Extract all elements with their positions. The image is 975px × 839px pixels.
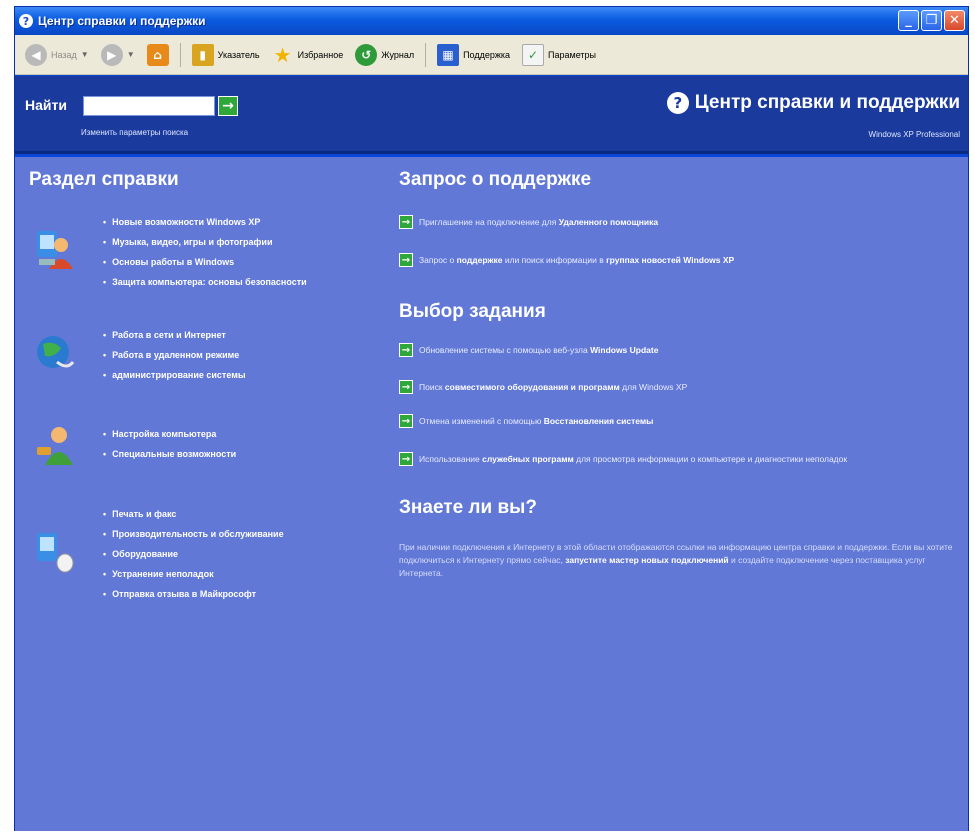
task-text: Отмена изменений с помощью Восстановлени… [419, 416, 654, 426]
help-links-list: Работа в сети и Интернет Работа в удален… [103, 328, 246, 388]
search-go-button[interactable]: → [218, 96, 238, 116]
close-button[interactable]: ✕ [944, 10, 965, 31]
green-arrow-icon: → [399, 414, 413, 428]
tasks-heading: Выбор задания [399, 301, 546, 322]
checklist-icon: ✓ [522, 43, 545, 66]
help-sections-heading: Раздел справки [29, 169, 179, 190]
help-link[interactable]: Специальные возможности [103, 447, 236, 467]
forward-arrow-icon: ▶ [100, 43, 123, 66]
help-window: ? Центр справки и поддержки _ ❐ ✕ ◀ Наза… [14, 6, 969, 831]
green-arrow-icon: → [399, 380, 413, 394]
green-arrow-icon: → [399, 253, 413, 267]
person-settings-icon [37, 427, 73, 465]
chevron-down-icon: ▼ [80, 50, 89, 59]
help-link[interactable]: Работа в сети и Интернет [103, 328, 246, 348]
back-button[interactable]: ◀ Назад ▼ [21, 42, 93, 68]
maximize-button[interactable]: ❐ [921, 10, 942, 31]
options-label: Параметры [548, 49, 597, 60]
help-link[interactable]: Устранение неполадок [103, 567, 284, 587]
brand-title-text: Центр справки и поддержки [694, 92, 960, 113]
forward-button[interactable]: ▶ ▼ [97, 42, 139, 68]
history-button[interactable]: ↺ Журнал [351, 42, 418, 68]
user-computer-icon [37, 231, 73, 269]
change-search-params-link[interactable]: Изменить параметры поиска [81, 128, 188, 137]
toolbar-separator [179, 42, 181, 67]
help-icon: ? [19, 14, 33, 28]
index-label: Указатель [217, 49, 260, 60]
help-link[interactable]: Печать и факс [103, 507, 284, 527]
task-system-restore[interactable]: → Отмена изменений с помощью Восстановле… [399, 414, 653, 428]
chevron-down-icon: ▼ [126, 50, 135, 59]
did-you-know-heading: Знаете ли вы? [399, 497, 537, 518]
help-links-list: Настройка компьютера Специальные возможн… [103, 427, 236, 467]
help-link[interactable]: Работа в удаленном режиме [103, 348, 246, 368]
home-button[interactable]: ⌂ [143, 42, 173, 68]
search-header: Найти → Изменить параметры поиска ? Цент… [15, 76, 968, 154]
back-arrow-icon: ◀ [25, 43, 47, 66]
home-icon: ⌂ [146, 43, 169, 66]
help-link[interactable]: Производительность и обслуживание [103, 527, 283, 547]
star-icon: ★ [273, 42, 292, 67]
green-arrow-icon: → [399, 215, 413, 229]
back-label: Назад [51, 49, 77, 60]
green-arrow-icon: → [399, 452, 413, 466]
brand-title: ? Центр справки и поддержки [666, 92, 960, 114]
help-link[interactable]: администрирование системы [103, 368, 245, 388]
minimize-button[interactable]: _ [898, 10, 919, 31]
search-input[interactable] [83, 96, 215, 116]
history-label: Журнал [381, 49, 415, 60]
support-item-remote-assistance[interactable]: → Приглашение на подключение для Удаленн… [399, 215, 658, 229]
computer-mouse-icon [37, 533, 74, 573]
help-icon: ? [666, 92, 689, 114]
help-link[interactable]: Музыка, видео, игры и фотографии [103, 235, 307, 255]
task-text: Приглашение на подключение для Удаленног… [419, 217, 659, 227]
support-icon: ▦ [437, 43, 460, 66]
globe-network-icon [37, 336, 75, 368]
index-button[interactable]: ▮ Указатель [188, 42, 264, 68]
caption-buttons: _ ❐ ✕ [898, 10, 965, 31]
help-link[interactable]: Отправка отзыва в Майкрософт [103, 587, 284, 607]
toolbar-separator [425, 42, 427, 67]
favorites-button[interactable]: ★ Избранное [268, 42, 348, 68]
window-title: Центр справки и поддержки [38, 14, 206, 28]
task-windows-update[interactable]: → Обновление системы с помощью веб-узла … [399, 343, 658, 357]
support-request-heading: Запрос о поддержке [399, 169, 592, 190]
help-links-list: Печать и факс Производительность и обслу… [103, 507, 284, 607]
new-connection-wizard-link[interactable]: запустите мастер новых подключений [565, 555, 728, 565]
task-text: Поиск совместимого оборудования и програ… [419, 382, 688, 392]
did-you-know-text: При наличии подключения к Интернету в эт… [399, 542, 953, 578]
task-tools[interactable]: → Использование служебных программ для п… [399, 452, 847, 466]
help-link[interactable]: Новые возможности Windows XP [103, 215, 307, 235]
task-text: Использование служебных программ для про… [419, 454, 848, 464]
help-links-list: Новые возможности Windows XP Музыка, вид… [103, 215, 307, 295]
task-compatibility[interactable]: → Поиск совместимого оборудования и прог… [399, 380, 687, 394]
favorites-label: Избранное [297, 49, 344, 60]
search-label: Найти [25, 97, 67, 113]
help-link[interactable]: Настройка компьютера [103, 427, 236, 447]
help-link[interactable]: Основы работы в Windows [103, 255, 307, 275]
task-text: Обновление системы с помощью веб-узла Wi… [419, 345, 659, 355]
options-button[interactable]: ✓ Параметры [518, 42, 600, 68]
help-link[interactable]: Оборудование [103, 547, 284, 567]
task-text: Запрос о поддержке или поиск информации … [419, 255, 735, 265]
support-label: Поддержка [463, 49, 511, 60]
toolbar: ◀ Назад ▼ ▶ ▼ ⌂ ▮ Указатель ★ Избранное … [15, 35, 968, 75]
brand-subtitle: Windows XP Professional [868, 130, 960, 139]
history-clock-icon: ↺ [355, 43, 378, 66]
green-arrow-icon: → [399, 343, 413, 357]
support-button[interactable]: ▦ Поддержка [433, 42, 514, 68]
main-content: Раздел справки Новые возможности Windows… [15, 157, 968, 831]
title-bar[interactable]: ? Центр справки и поддержки _ ❐ ✕ [15, 7, 968, 35]
support-item-newsgroups[interactable]: → Запрос о поддержке или поиск информаци… [399, 253, 734, 267]
book-icon: ▮ [191, 43, 214, 66]
help-link[interactable]: Защита компьютера: основы безопасности [103, 275, 307, 295]
